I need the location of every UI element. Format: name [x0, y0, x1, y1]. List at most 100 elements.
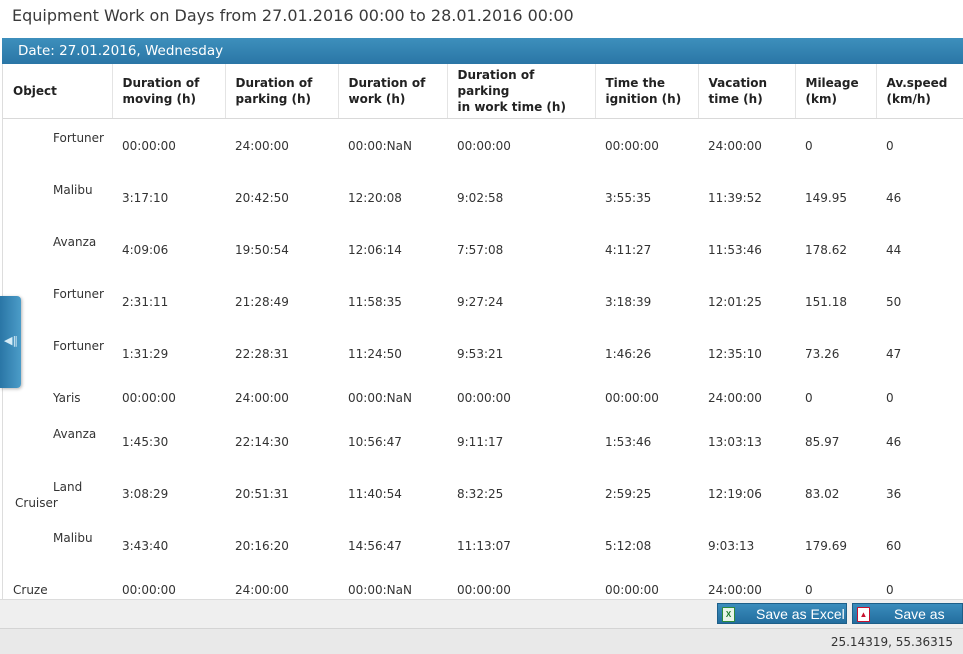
parking-cell: 21:28:49 — [235, 294, 289, 309]
speed-cell: 0 — [886, 390, 894, 405]
table-row[interactable]: Fortuner 1:31:29 22:28:31 11:24:50 9:53:… — [3, 327, 963, 379]
report-table-container[interactable]: Object Duration of moving (h) Duration of… — [2, 64, 963, 599]
speed-cell: 46 — [886, 190, 902, 205]
parking-cell: 24:00:00 — [235, 582, 289, 597]
speed-cell: 46 — [886, 434, 902, 449]
table-row[interactable]: Yaris 00:00:00 24:00:00 00:00:NaN 00:00:… — [3, 379, 963, 415]
vacation-cell: 13:03:13 — [708, 434, 762, 449]
speed-cell: 0 — [886, 582, 894, 597]
date-group-header[interactable]: Date: 27.01.2016, Wednesday — [2, 38, 963, 64]
report-title: Equipment Work on Days from 27.01.2016 0… — [12, 6, 574, 25]
save-pdf-button[interactable]: ▲ Save as PDF — [852, 603, 963, 643]
table-row[interactable]: Fortuner 00:00:00 24:00:00 00:00:NaN 00:… — [3, 119, 963, 171]
object-cell: Avanza — [53, 234, 97, 249]
parking-cell: 20:42:50 — [235, 190, 289, 205]
mileage-cell: 0 — [805, 390, 813, 405]
parking-work-cell: 8:32:25 — [457, 486, 504, 501]
work-cell: 00:00:NaN — [348, 139, 412, 153]
parking-cell: 24:00:00 — [235, 390, 289, 405]
collapse-panel-icon: ◀‖ — [4, 334, 18, 347]
speed-cell: 0 — [886, 139, 894, 153]
moving-cell: 3:43:40 — [122, 538, 169, 553]
parking-cell: 24:00:00 — [235, 139, 289, 153]
mileage-cell: 85.97 — [805, 434, 840, 449]
object-cell: Land Cruiser — [15, 479, 83, 510]
vacation-cell: 12:01:25 — [708, 294, 762, 309]
coordinates-readout: 25.14319, 55.36315 — [830, 635, 953, 649]
table-row[interactable]: Cruze 00:00:00 24:00:00 00:00:NaN 00:00:… — [3, 571, 963, 600]
vacation-cell: 24:00:00 — [708, 582, 762, 597]
vacation-cell: 11:53:46 — [708, 242, 762, 257]
work-cell: 11:40:54 — [348, 486, 402, 501]
parking-cell: 20:51:31 — [235, 486, 289, 501]
mileage-cell: 73.26 — [805, 346, 840, 361]
parking-cell: 22:28:31 — [235, 346, 289, 361]
ignition-cell: 00:00:00 — [605, 582, 659, 597]
moving-cell: 1:31:29 — [122, 346, 169, 361]
ignition-cell: 00:00:00 — [605, 139, 659, 153]
object-cell: Malibu — [53, 530, 93, 545]
vacation-cell: 12:35:10 — [708, 346, 762, 361]
moving-cell: 3:17:10 — [122, 190, 169, 205]
moving-cell: 1:45:30 — [122, 434, 169, 449]
mileage-cell: 0 — [805, 582, 813, 597]
speed-cell: 50 — [886, 294, 902, 309]
col-header-parking-work[interactable]: Duration of parking in work time (h) — [447, 64, 596, 119]
col-header-speed[interactable]: Av.speed (km/h) — [876, 64, 963, 119]
side-panel-toggle[interactable]: ◀‖ — [0, 296, 21, 388]
ignition-cell: 1:53:46 — [605, 434, 652, 449]
speed-cell: 44 — [886, 242, 902, 257]
table-row[interactable]: Malibu 3:17:10 20:42:50 12:20:08 9:02:58… — [3, 171, 963, 223]
work-cell: 11:24:50 — [348, 346, 402, 361]
vacation-cell: 24:00:00 — [708, 139, 762, 153]
parking-work-cell: 00:00:00 — [457, 139, 511, 153]
col-header-mileage[interactable]: Mileage (km) — [795, 64, 877, 119]
work-cell: 12:20:08 — [348, 190, 402, 205]
mileage-cell: 149.95 — [805, 190, 847, 205]
speed-cell: 36 — [886, 486, 902, 501]
parking-work-cell: 9:27:24 — [457, 294, 504, 309]
moving-cell: 00:00:00 — [122, 139, 176, 153]
work-cell: 00:00:NaN — [348, 582, 412, 597]
mileage-cell: 151.18 — [805, 294, 847, 309]
col-header-parking[interactable]: Duration of parking (h) — [225, 64, 339, 119]
vacation-cell: 24:00:00 — [708, 390, 762, 405]
table-row[interactable]: Avanza 1:45:30 22:14:30 10:56:47 9:11:17… — [3, 415, 963, 467]
col-header-vacation[interactable]: Vacation time (h) — [698, 64, 796, 119]
speed-cell: 47 — [886, 346, 902, 361]
parking-work-cell: 7:57:08 — [457, 242, 504, 257]
col-header-object[interactable]: Object — [3, 64, 113, 119]
date-label: Date: 27.01.2016, Wednesday — [18, 43, 224, 59]
work-cell: 10:56:47 — [348, 434, 402, 449]
excel-icon: X — [722, 607, 735, 622]
col-header-moving[interactable]: Duration of moving (h) — [112, 64, 226, 119]
work-cell: 00:00:NaN — [348, 390, 412, 405]
parking-cell: 22:14:30 — [235, 434, 289, 449]
save-excel-label: Save as Excel — [756, 606, 845, 622]
table-row[interactable]: Land Cruiser 3:08:29 20:51:31 11:40:54 8… — [3, 467, 963, 519]
object-cell: Fortuner — [53, 131, 104, 145]
ignition-cell: 00:00:00 — [605, 390, 659, 405]
ignition-cell: 1:46:26 — [605, 346, 652, 361]
object-cell: Cruze — [13, 582, 48, 597]
save-excel-button[interactable]: X Save as Excel — [717, 603, 847, 624]
status-bar — [0, 628, 963, 654]
ignition-cell: 4:11:27 — [605, 242, 652, 257]
speed-cell: 60 — [886, 538, 902, 553]
moving-cell: 4:09:06 — [122, 242, 169, 257]
header-row: Object Duration of moving (h) Duration of… — [3, 64, 963, 119]
ignition-cell: 5:12:08 — [605, 538, 652, 553]
moving-cell: 2:31:11 — [122, 294, 169, 309]
object-cell: Malibu — [53, 182, 93, 197]
mileage-cell: 178.62 — [805, 242, 847, 257]
mileage-cell: 0 — [805, 139, 813, 153]
vacation-cell: 11:39:52 — [708, 190, 762, 205]
parking-work-cell: 11:13:07 — [457, 538, 511, 553]
table-row[interactable]: Fortuner 2:31:11 21:28:49 11:58:35 9:27:… — [3, 275, 963, 327]
table-row[interactable]: Malibu 3:43:40 20:16:20 14:56:47 11:13:0… — [3, 519, 963, 571]
table-row[interactable]: Avanza 4:09:06 19:50:54 12:06:14 7:57:08… — [3, 223, 963, 275]
col-header-ignition[interactable]: Time the ignition (h) — [595, 64, 699, 119]
moving-cell: 00:00:00 — [122, 390, 176, 405]
parking-work-cell: 00:00:00 — [457, 390, 511, 405]
col-header-work[interactable]: Duration of work (h) — [338, 64, 448, 119]
